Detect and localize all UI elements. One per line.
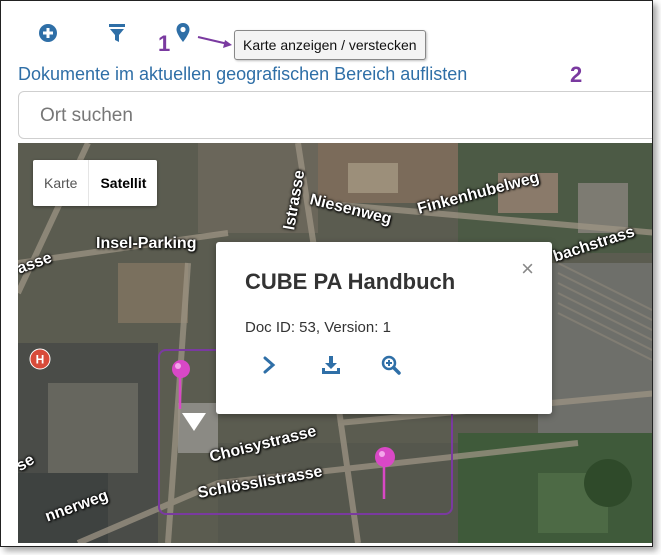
document-info-popup: CUBE PA Handbuch × Doc ID: 53, Version: … xyxy=(216,242,552,414)
map-type-karte[interactable]: Karte xyxy=(33,160,90,206)
location-search-box xyxy=(18,91,652,139)
download-icon xyxy=(322,356,340,374)
callout-1: 1 xyxy=(158,31,171,56)
zoom-to-document-button[interactable] xyxy=(378,352,404,378)
popup-document-title: CUBE PA Handbuch xyxy=(245,269,456,294)
location-search-input[interactable] xyxy=(38,104,632,128)
toggle-map-button[interactable] xyxy=(171,21,195,45)
app-window: 1 Karte anzeigen / verstecken Dokumente … xyxy=(0,0,653,547)
map-type-satellit[interactable]: Satellit xyxy=(89,160,157,206)
filter-button[interactable] xyxy=(105,21,129,45)
document-pin-2[interactable] xyxy=(374,445,396,501)
list-documents-in-area-link[interactable]: Dokumente im aktuellen geografischen Ber… xyxy=(18,64,467,85)
download-document-button[interactable] xyxy=(318,352,344,378)
chevron-right-icon xyxy=(263,356,276,374)
callout-arrow-icon xyxy=(197,36,232,48)
open-document-button[interactable] xyxy=(256,352,282,378)
hospital-marker-label: H xyxy=(36,353,45,367)
popup-close-button[interactable]: × xyxy=(521,256,534,282)
document-pin-1[interactable] xyxy=(171,359,193,411)
plus-circle-icon xyxy=(39,24,57,42)
zoom-in-icon xyxy=(381,355,401,375)
satellite-map[interactable]: Karte Satellit Insel-Parking Niesenweg F… xyxy=(18,143,652,543)
map-toggle-tooltip: Karte anzeigen / verstecken xyxy=(234,30,426,60)
map-label-insel-parking: Insel-Parking xyxy=(96,235,197,252)
popup-document-meta: Doc ID: 53, Version: 1 xyxy=(245,319,391,336)
filter-icon xyxy=(109,24,125,42)
popup-pointer xyxy=(182,413,206,431)
map-marker-icon xyxy=(176,23,190,42)
add-document-button[interactable] xyxy=(36,21,60,45)
callout-2: 2 xyxy=(570,62,583,87)
map-type-control: Karte Satellit xyxy=(33,160,158,206)
hospital-marker-icon: H xyxy=(29,348,51,370)
